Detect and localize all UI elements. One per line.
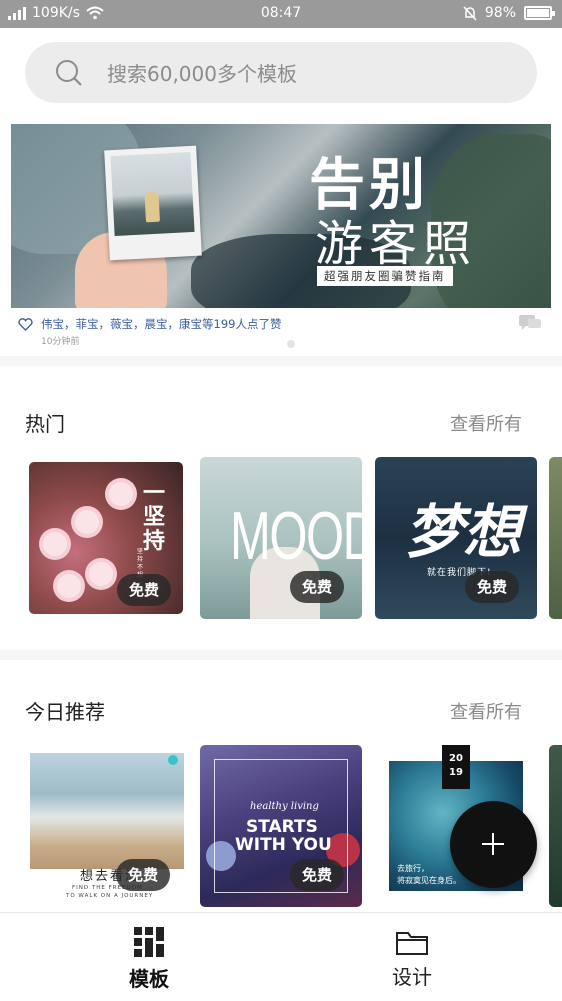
- search-bar[interactable]: 搜索60,000多个模板: [25, 42, 537, 103]
- template-card-partial[interactable]: [549, 745, 562, 907]
- free-badge: 免费: [290, 571, 345, 603]
- status-bar: 109K/s 08:47 98%: [0, 0, 562, 28]
- card-art-text: STARTS: [246, 817, 318, 837]
- banner-headline-2: 游客照: [315, 216, 478, 272]
- search-icon: [56, 59, 82, 86]
- featured-banner[interactable]: 告别 游客照 超强朋友圈骗赞指南: [11, 124, 551, 308]
- template-card[interactable]: 一坚持 坚持不想一秒 免费: [29, 462, 183, 614]
- free-badge: 免费: [465, 571, 520, 603]
- free-badge: 免费: [116, 859, 171, 891]
- see-all-hot-link[interactable]: 查看所有: [450, 410, 522, 436]
- create-design-button[interactable]: [450, 801, 537, 888]
- battery-percent: 98%: [484, 5, 516, 21]
- card-art-text: WITH YOU: [235, 835, 332, 855]
- bottom-nav: 模板 设计: [0, 912, 562, 1000]
- card-art-text: 一坚持: [143, 481, 166, 554]
- comment-icon[interactable]: [518, 314, 542, 332]
- card-art-text: 梦想: [405, 498, 522, 566]
- post-time: 10分钟前: [41, 337, 80, 347]
- divider: [0, 356, 562, 366]
- free-badge: 免费: [290, 859, 345, 891]
- banner-tagline: 超强朋友圈骗赞指南: [317, 266, 453, 286]
- nav-label-designs: 设计: [392, 965, 432, 989]
- see-all-today-link[interactable]: 查看所有: [450, 698, 522, 724]
- year-block: 20 19: [442, 745, 470, 789]
- free-badge: 免费: [117, 574, 172, 606]
- section-title-today: 今日推荐: [25, 700, 105, 724]
- template-card[interactable]: healthy living STARTS WITH YOU 免费: [200, 745, 362, 907]
- nav-item-templates[interactable]: 模板: [79, 913, 219, 1001]
- nav-label-templates: 模板: [129, 967, 169, 991]
- search-placeholder: 搜索60,000多个模板: [107, 62, 297, 86]
- likes-row[interactable]: 伟宝，菲宝，薇宝，晨宝，康宝等199人点了赞: [18, 316, 281, 332]
- card-art-subtext: TO WALK ON A JOURNEY: [66, 893, 154, 899]
- carousel-indicator: [287, 340, 295, 348]
- folder-icon: [396, 932, 428, 955]
- divider: [0, 650, 562, 660]
- card-art-script: healthy living: [250, 801, 319, 812]
- card-art-text: 去旅行， 将寂寞见在身后。: [397, 864, 461, 885]
- template-card-partial[interactable]: [549, 457, 562, 619]
- likes-text: 伟宝，菲宝，薇宝，晨宝，康宝等199人点了赞: [41, 317, 282, 331]
- mute-bell-icon: [463, 5, 477, 21]
- card-art-text: MOOD: [230, 498, 362, 574]
- template-card[interactable]: MOOD 免费: [200, 457, 362, 619]
- polaroid-photo: [104, 145, 202, 261]
- heart-icon[interactable]: [18, 317, 33, 331]
- template-grid-icon: [134, 927, 164, 957]
- nav-item-designs[interactable]: 设计: [342, 913, 482, 1001]
- template-card[interactable]: 梦想 就在我们脚下! 免费: [375, 457, 537, 619]
- section-title-hot: 热门: [25, 412, 65, 436]
- template-card[interactable]: 想去看海 FIND THE FREEDOM TO WALK ON A JOURN…: [30, 745, 184, 907]
- battery-icon: [524, 6, 555, 20]
